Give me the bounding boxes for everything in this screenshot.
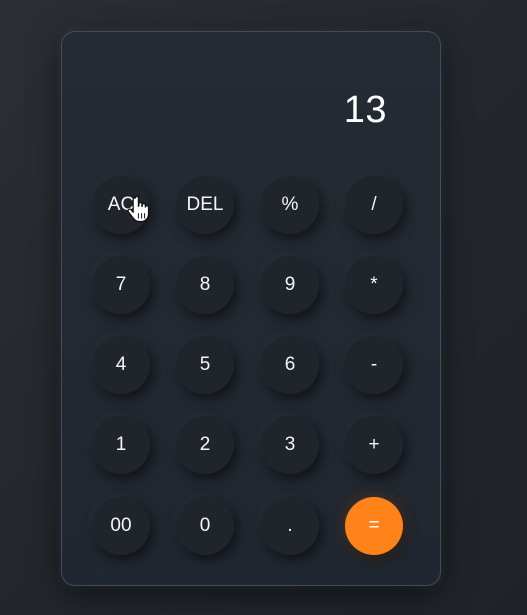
digit-5-button[interactable]: 5 <box>176 336 234 394</box>
digit-8-button[interactable]: 8 <box>176 256 234 314</box>
calculator-panel: 13 AC DEL % / 7 8 9 * 4 5 6 - 1 2 3 + 00… <box>61 31 441 586</box>
divide-button[interactable]: / <box>345 176 403 234</box>
clear-all-button[interactable]: AC <box>92 176 150 234</box>
digit-0-button[interactable]: 0 <box>176 497 234 555</box>
decimal-point-button[interactable]: . <box>261 497 319 555</box>
multiply-button[interactable]: * <box>345 256 403 314</box>
calculator-display: 13 <box>343 89 387 131</box>
digit-7-button[interactable]: 7 <box>92 256 150 314</box>
equals-button[interactable]: = <box>345 497 403 555</box>
digit-9-button[interactable]: 9 <box>261 256 319 314</box>
delete-button[interactable]: DEL <box>176 176 234 234</box>
add-button[interactable]: + <box>345 416 403 474</box>
digit-6-button[interactable]: 6 <box>261 336 319 394</box>
percent-button[interactable]: % <box>261 176 319 234</box>
digit-3-button[interactable]: 3 <box>261 416 319 474</box>
subtract-button[interactable]: - <box>345 336 403 394</box>
calculator-keypad: AC DEL % / 7 8 9 * 4 5 6 - 1 2 3 + 00 0 … <box>92 176 404 556</box>
digit-4-button[interactable]: 4 <box>92 336 150 394</box>
digit-1-button[interactable]: 1 <box>92 416 150 474</box>
double-zero-button[interactable]: 00 <box>92 497 150 555</box>
digit-2-button[interactable]: 2 <box>176 416 234 474</box>
